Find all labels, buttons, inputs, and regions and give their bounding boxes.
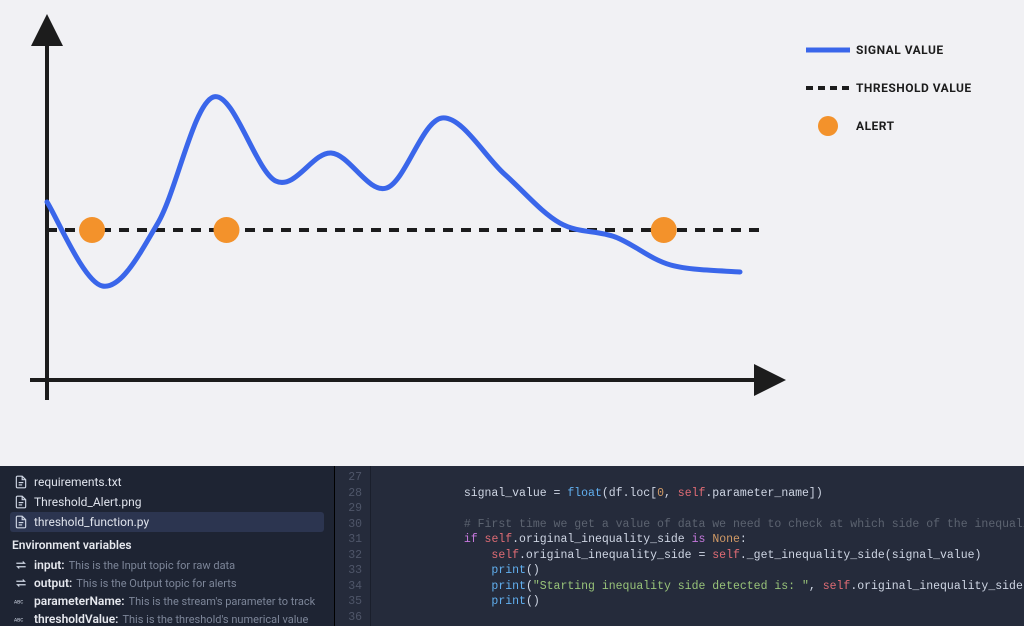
env-var-desc: This is the threshold's numerical value bbox=[122, 613, 308, 626]
line-number: 28 bbox=[335, 486, 362, 502]
env-var-name: parameterName: bbox=[34, 594, 125, 608]
env-var-desc: This is the Output topic for alerts bbox=[76, 577, 236, 590]
line-number: 35 bbox=[335, 594, 362, 610]
code-line[interactable]: print("Starting inequality side detected… bbox=[381, 579, 1024, 595]
env-var-desc: This is the stream's parameter to track bbox=[129, 595, 316, 608]
line-number: 36 bbox=[335, 610, 362, 626]
env-var-name: thresholdValue: bbox=[34, 612, 118, 626]
file-row[interactable]: requirements.txt bbox=[10, 472, 324, 492]
file-row[interactable]: threshold_function.py bbox=[10, 512, 324, 532]
line-gutter: 272829303132333435363738 bbox=[335, 466, 371, 626]
signal-line bbox=[47, 97, 740, 287]
legend-signal: SIGNAL VALUE bbox=[806, 40, 1006, 60]
code-line[interactable]: self.original_inequality_side = self._ge… bbox=[381, 548, 1024, 564]
env-vars-header: Environment variables bbox=[12, 538, 324, 552]
legend-alert-swatch bbox=[806, 116, 850, 136]
env-var-row[interactable]: ABC thresholdValue: This is the threshold'… bbox=[10, 610, 324, 626]
line-number: 34 bbox=[335, 579, 362, 595]
code-line[interactable]: print() bbox=[381, 563, 1024, 579]
line-number: 27 bbox=[335, 470, 362, 486]
ide-panel: requirements.txt Threshold_Alert.pngthres… bbox=[0, 466, 1024, 626]
legend-threshold-label: THRESHOLD VALUE bbox=[856, 81, 972, 95]
code-line[interactable]: signal_value = float(df.loc[0, self.para… bbox=[381, 486, 1024, 502]
legend-signal-label: SIGNAL VALUE bbox=[856, 43, 944, 57]
legend-alert-label: ALERT bbox=[856, 119, 895, 133]
svg-text:ABC: ABC bbox=[14, 617, 23, 623]
legend-threshold-swatch bbox=[806, 78, 850, 98]
legend-alert: ALERT bbox=[806, 116, 1006, 136]
code-line[interactable]: if self.original_inequality_side is None… bbox=[381, 532, 1024, 548]
file-row[interactable]: Threshold_Alert.png bbox=[10, 492, 324, 512]
legend-signal-swatch bbox=[806, 40, 850, 60]
code-line[interactable]: # First time we get a value of data we n… bbox=[381, 517, 1024, 533]
file-name: requirements.txt bbox=[34, 475, 122, 489]
alert-marker bbox=[79, 217, 105, 243]
env-var-row[interactable]: input: This is the Input topic for raw da… bbox=[10, 556, 324, 574]
chart-panel: SIGNAL VALUE THRESHOLD VALUE ALERT bbox=[0, 0, 1024, 466]
alert-marker bbox=[213, 217, 239, 243]
code-line[interactable] bbox=[381, 470, 1024, 486]
legend-threshold: THRESHOLD VALUE bbox=[806, 78, 1006, 98]
env-var-desc: This is the Input topic for raw data bbox=[69, 559, 236, 572]
file-list: requirements.txt Threshold_Alert.pngthres… bbox=[10, 472, 324, 532]
line-number: 30 bbox=[335, 517, 362, 533]
threshold-chart bbox=[0, 0, 790, 430]
alert-marker bbox=[651, 217, 677, 243]
code-editor[interactable]: 272829303132333435363738 signal_value = … bbox=[335, 466, 1024, 626]
line-number: 32 bbox=[335, 548, 362, 564]
file-name: Threshold_Alert.png bbox=[34, 495, 142, 509]
ide-sidebar: requirements.txt Threshold_Alert.pngthres… bbox=[0, 466, 335, 626]
line-number: 31 bbox=[335, 532, 362, 548]
env-var-row[interactable]: ABC parameterName: This is the stream's pa… bbox=[10, 592, 324, 610]
code-content[interactable]: signal_value = float(df.loc[0, self.para… bbox=[371, 466, 1024, 626]
file-name: threshold_function.py bbox=[34, 515, 149, 529]
code-line[interactable] bbox=[381, 610, 1024, 626]
svg-text:ABC: ABC bbox=[14, 599, 23, 605]
env-var-row[interactable]: output: This is the Output topic for aler… bbox=[10, 574, 324, 592]
chart-legend: SIGNAL VALUE THRESHOLD VALUE ALERT bbox=[806, 40, 1006, 154]
env-vars-list: input: This is the Input topic for raw da… bbox=[10, 556, 324, 626]
env-var-name: input: bbox=[34, 558, 65, 572]
code-line[interactable]: print() bbox=[381, 594, 1024, 610]
line-number: 29 bbox=[335, 501, 362, 517]
line-number: 33 bbox=[335, 563, 362, 579]
env-var-name: output: bbox=[34, 576, 72, 590]
code-line[interactable] bbox=[381, 501, 1024, 517]
